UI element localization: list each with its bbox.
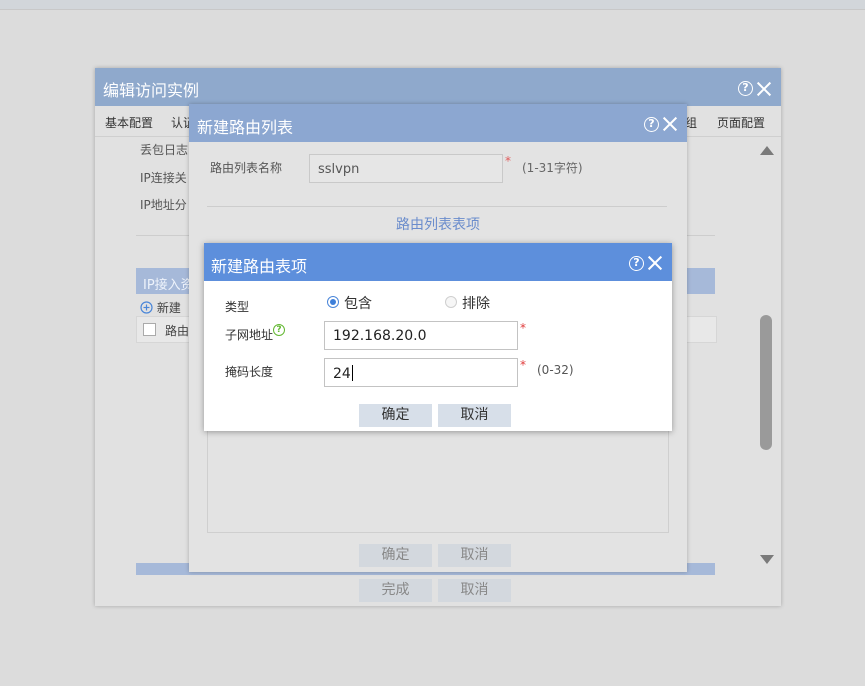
close-icon[interactable] [648, 256, 662, 270]
finish-button[interactable]: 完成 [359, 579, 432, 602]
help-icon[interactable]: ? [644, 117, 659, 132]
help-icon[interactable]: ? [629, 256, 644, 271]
text-cursor [351, 365, 353, 381]
packet-loss-log-label: 丢包日志 [140, 143, 189, 157]
subnet-address-label: 子网地址 [225, 328, 274, 342]
new-route-item-dialog: 新建路由表项 ? 类型 包含 排除 子网地址 ? 192.168.20.0 * … [204, 243, 672, 431]
scrollbar-thumb[interactable] [760, 315, 772, 450]
include-radio[interactable] [327, 296, 339, 308]
include-label[interactable]: 包含 [344, 293, 372, 313]
mask-length-label: 掩码长度 [225, 365, 274, 379]
dialog-title: 新建路由列表 [197, 118, 294, 137]
scroll-down-arrow-icon[interactable] [760, 555, 774, 564]
cancel-button[interactable]: 取消 [438, 404, 511, 427]
ip-access-section-title: IP接入资 [143, 278, 194, 293]
dialog-title: 编辑访问实例 [103, 81, 200, 100]
type-label: 类型 [225, 300, 250, 314]
mask-range-hint: (0-32) [537, 363, 574, 377]
exclude-label[interactable]: 排除 [462, 293, 490, 313]
scroll-up-arrow-icon[interactable] [760, 146, 774, 155]
required-mark: * [520, 321, 526, 335]
ip-address-alloc-label: IP地址分 [140, 198, 187, 212]
add-button[interactable]: 新建 [140, 299, 181, 316]
middle-cancel-button[interactable]: 取消 [438, 544, 511, 567]
ip-connection-label: IP连接关 [140, 171, 187, 185]
subnet-address-input[interactable]: 192.168.20.0 [324, 321, 518, 350]
divider [207, 206, 667, 207]
dialog-titlebar: 新建路由列表 ? [189, 104, 687, 142]
mask-length-input[interactable]: 24 [324, 358, 518, 387]
plus-circle-icon [140, 301, 153, 314]
outer-cancel-button[interactable]: 取消 [438, 579, 511, 602]
mask-length-value: 24 [333, 366, 351, 382]
subnet-address-value: 192.168.20.0 [333, 328, 427, 344]
tab-basic-config[interactable]: 基本配置 [105, 114, 153, 131]
background-top-bar [0, 0, 865, 10]
close-icon[interactable] [757, 82, 771, 96]
route-items-table [207, 424, 669, 533]
required-mark: * [520, 358, 526, 372]
dialog-titlebar: 编辑访问实例 ? [95, 68, 781, 106]
select-all-checkbox[interactable] [143, 323, 156, 336]
middle-ok-button[interactable]: 确定 [359, 544, 432, 567]
required-mark: * [505, 154, 511, 168]
add-label: 新建 [156, 301, 181, 315]
help-icon[interactable]: ? [273, 324, 285, 336]
exclude-radio[interactable] [445, 296, 457, 308]
table-header-route: 路由 [165, 324, 190, 338]
ok-button[interactable]: 确定 [359, 404, 432, 427]
tab-page-config[interactable]: 页面配置 [717, 114, 765, 131]
dialog-title: 新建路由表项 [211, 257, 308, 276]
dialog-titlebar: 新建路由表项 ? [204, 243, 672, 281]
route-list-items-title: 路由列表表项 [396, 217, 480, 233]
close-icon[interactable] [663, 117, 677, 131]
route-list-name-label: 路由列表名称 [210, 161, 283, 175]
route-list-name-input[interactable]: sslvpn [309, 154, 503, 183]
name-length-hint: (1-31字符) [522, 161, 583, 175]
help-icon[interactable]: ? [738, 81, 753, 96]
